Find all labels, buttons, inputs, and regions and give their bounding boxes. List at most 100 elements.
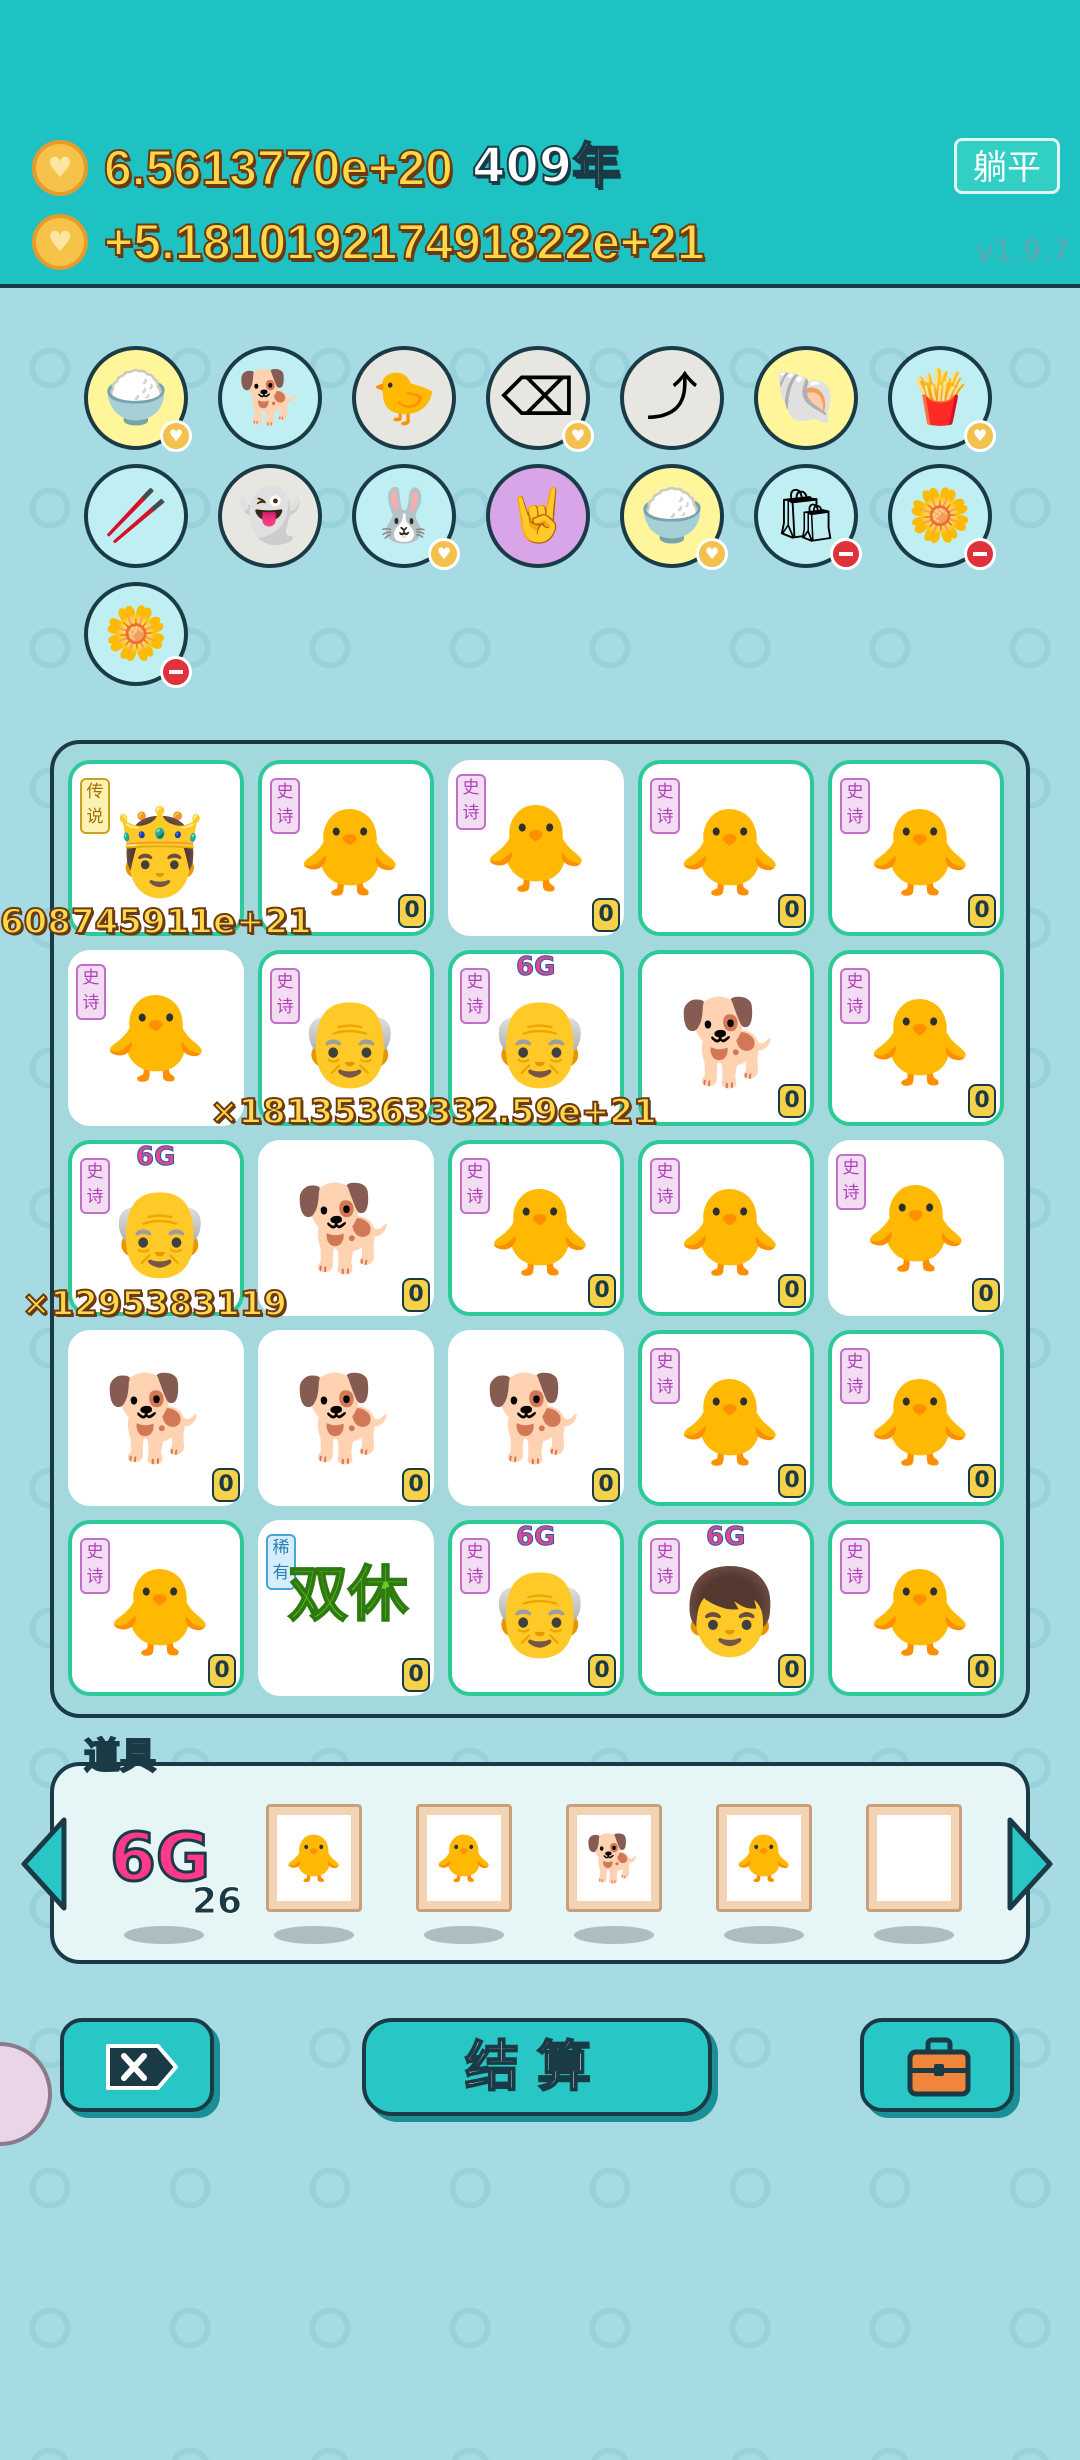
item-frame[interactable]: 🐥 bbox=[416, 1804, 512, 1912]
coin-balance: 6.5613770e+20 bbox=[103, 139, 454, 197]
husky-dog-icon: 🐕 bbox=[293, 1179, 399, 1277]
grey-hair-chick-icon: 🐥 bbox=[863, 1179, 969, 1277]
year-counter: 409年 bbox=[471, 137, 621, 195]
level-badge: 0 bbox=[588, 1654, 616, 1688]
grey-hair-chick-icon: 🐥 bbox=[677, 1183, 783, 1281]
dog-sunglasses-item[interactable]: 🐕 bbox=[218, 346, 322, 450]
six-g-badge: 6G bbox=[135, 1142, 176, 1173]
fries-item[interactable]: 🍟 bbox=[888, 346, 996, 452]
trend-up-item[interactable]: ⤴ bbox=[620, 346, 724, 450]
tile-epic[interactable]: 史诗 🐥 0 bbox=[828, 1140, 1004, 1316]
husky-dog-icon: 🐕 bbox=[483, 1369, 589, 1467]
backpack-button[interactable] bbox=[860, 2018, 1014, 2112]
grey-hair-chick-icon: 🐥 bbox=[867, 993, 973, 1091]
tile-epic[interactable]: 史诗 🐥 0 bbox=[638, 760, 814, 936]
briefcase-icon bbox=[907, 2037, 971, 2097]
tile-husky[interactable]: 🐕 0 bbox=[448, 1330, 624, 1506]
grey-hair-chick-icon: 🐥 bbox=[107, 1563, 213, 1661]
item-frame[interactable]: 🐕 bbox=[566, 1804, 662, 1912]
coin-icon bbox=[32, 140, 88, 196]
grey-hair-chick-icon: 🐥 bbox=[277, 1815, 351, 1901]
level-badge: 0 bbox=[778, 894, 806, 928]
tile-epic[interactable]: 史诗 🐥 0 bbox=[828, 950, 1004, 1126]
settle-button-label: 结算 bbox=[464, 2034, 609, 2099]
rock-hand-item[interactable]: 🤘 bbox=[486, 464, 590, 568]
level-badge: 0 bbox=[398, 894, 426, 928]
level-badge: 0 bbox=[778, 1464, 806, 1498]
rock-hand-icon: 🤘 bbox=[505, 486, 571, 546]
rabbit-item[interactable]: 🐰 bbox=[352, 464, 460, 570]
tile-husky[interactable]: 🐕 0 bbox=[68, 1330, 244, 1506]
dog-icon: 🐕 bbox=[237, 368, 303, 428]
grey-hair-chick-icon: 🐥 bbox=[103, 989, 209, 1087]
scroll-left-arrow-icon[interactable] bbox=[18, 1814, 70, 1914]
husky-dog-icon: 🐕 bbox=[293, 1369, 399, 1467]
heart-badge-icon bbox=[696, 538, 728, 570]
settle-button[interactable]: 结算 bbox=[362, 2018, 712, 2116]
item-frame-empty[interactable] bbox=[866, 1804, 962, 1912]
flower-pot-item-2[interactable]: 🌼 bbox=[84, 582, 192, 688]
income-coin-icon bbox=[32, 214, 88, 270]
ghost-icon: 👻 bbox=[237, 486, 303, 546]
trash-bag-item[interactable]: 🛍 bbox=[754, 464, 862, 570]
level-badge: 0 bbox=[212, 1468, 240, 1502]
tile-epic[interactable]: 史诗 🐥 0 bbox=[828, 760, 1004, 936]
grey-hair-chick-icon: 🐥 bbox=[867, 1563, 973, 1661]
delete-key-item[interactable]: ⌫ bbox=[486, 346, 594, 452]
level-badge: 0 bbox=[778, 1654, 806, 1688]
king-face-icon: 🤴 bbox=[107, 803, 213, 901]
items-panel-title: 道具 bbox=[83, 1735, 157, 1778]
chopsticks-item[interactable]: 🥢 bbox=[84, 464, 188, 568]
multiplier-label: 608745911e+21 bbox=[0, 901, 313, 943]
heart-badge-icon bbox=[562, 420, 594, 452]
item-frame[interactable]: 🐥 bbox=[716, 1804, 812, 1912]
level-badge: 0 bbox=[208, 1654, 236, 1688]
old-man-icon: 👴 bbox=[487, 993, 593, 1091]
tile-husky[interactable]: 🐕 0 bbox=[638, 950, 814, 1126]
tile-epic[interactable]: 史诗 🐥 0 bbox=[828, 1520, 1004, 1696]
level-badge: 0 bbox=[778, 1274, 806, 1308]
grey-hair-chick-icon: 🐥 bbox=[427, 1815, 501, 1901]
item-frame[interactable]: 🐥 bbox=[266, 1804, 362, 1912]
chicken-egg-item[interactable]: 🐤 bbox=[352, 346, 456, 450]
tile-epic[interactable]: 史诗 🐥 0 bbox=[448, 760, 624, 936]
shell-item[interactable]: 🐚 bbox=[754, 346, 858, 450]
chick-icon: 🐤 bbox=[371, 368, 437, 428]
item-shadow bbox=[574, 1926, 654, 1944]
rice-bowl-item[interactable]: 🍚 bbox=[84, 346, 192, 452]
scroll-right-arrow-icon[interactable] bbox=[1004, 1814, 1056, 1914]
lie-flat-button[interactable]: 躺平 bbox=[954, 138, 1060, 194]
tile-epic[interactable]: 史诗 🐥 0 bbox=[638, 1330, 814, 1506]
flower-pot-item[interactable]: 🌼 bbox=[888, 464, 996, 570]
rice-bowl-item-2[interactable]: 🍚 bbox=[620, 464, 728, 570]
tile-epic-6g-boy[interactable]: 史诗 6G 👦 0 bbox=[638, 1520, 814, 1696]
crowned-boy-icon: 👦 bbox=[677, 1563, 783, 1661]
level-badge: 0 bbox=[592, 1468, 620, 1502]
grey-hair-chick-icon: 🐥 bbox=[677, 1373, 783, 1471]
multiplier-label: 2.59e+21 bbox=[473, 1091, 658, 1133]
tile-epic[interactable]: 史诗 🐥 0 bbox=[638, 1140, 814, 1316]
ghost-item[interactable]: 👻 bbox=[218, 464, 322, 568]
grey-hair-chick-icon: 🐥 bbox=[487, 1183, 593, 1281]
level-badge: 0 bbox=[968, 1084, 996, 1118]
level-badge: 0 bbox=[968, 1654, 996, 1688]
grey-hair-chick-icon: 🐥 bbox=[297, 803, 403, 901]
minus-badge-icon bbox=[160, 656, 192, 688]
six-g-count: 26 bbox=[191, 1881, 243, 1922]
husky-dog-icon: 🐕 bbox=[103, 1369, 209, 1467]
item-shadow bbox=[724, 1926, 804, 1944]
husky-dog-icon: 🐕 bbox=[577, 1815, 651, 1901]
tile-husky[interactable]: 🐕 0 bbox=[258, 1330, 434, 1506]
level-badge: 0 bbox=[778, 1084, 806, 1118]
tile-rare-double-rest[interactable]: 稀有 双休 0 bbox=[258, 1520, 434, 1696]
grey-hair-chick-icon: 🐥 bbox=[867, 1373, 973, 1471]
multiplier-label: ×1295383119 bbox=[21, 1283, 288, 1325]
tile-epic[interactable]: 史诗 🐥 0 bbox=[828, 1330, 1004, 1506]
delete-button[interactable] bbox=[60, 2018, 214, 2112]
tile-epic[interactable]: 史诗 🐥 0 bbox=[448, 1140, 624, 1316]
tile-epic-6g-crowned[interactable]: 史诗 6G 👴 0 bbox=[448, 1520, 624, 1696]
minus-badge-icon bbox=[964, 538, 996, 570]
grey-hair-chick-icon: 🐥 bbox=[867, 803, 973, 901]
tile-epic[interactable]: 史诗 🐥 0 bbox=[68, 1520, 244, 1696]
level-badge: 0 bbox=[588, 1274, 616, 1308]
